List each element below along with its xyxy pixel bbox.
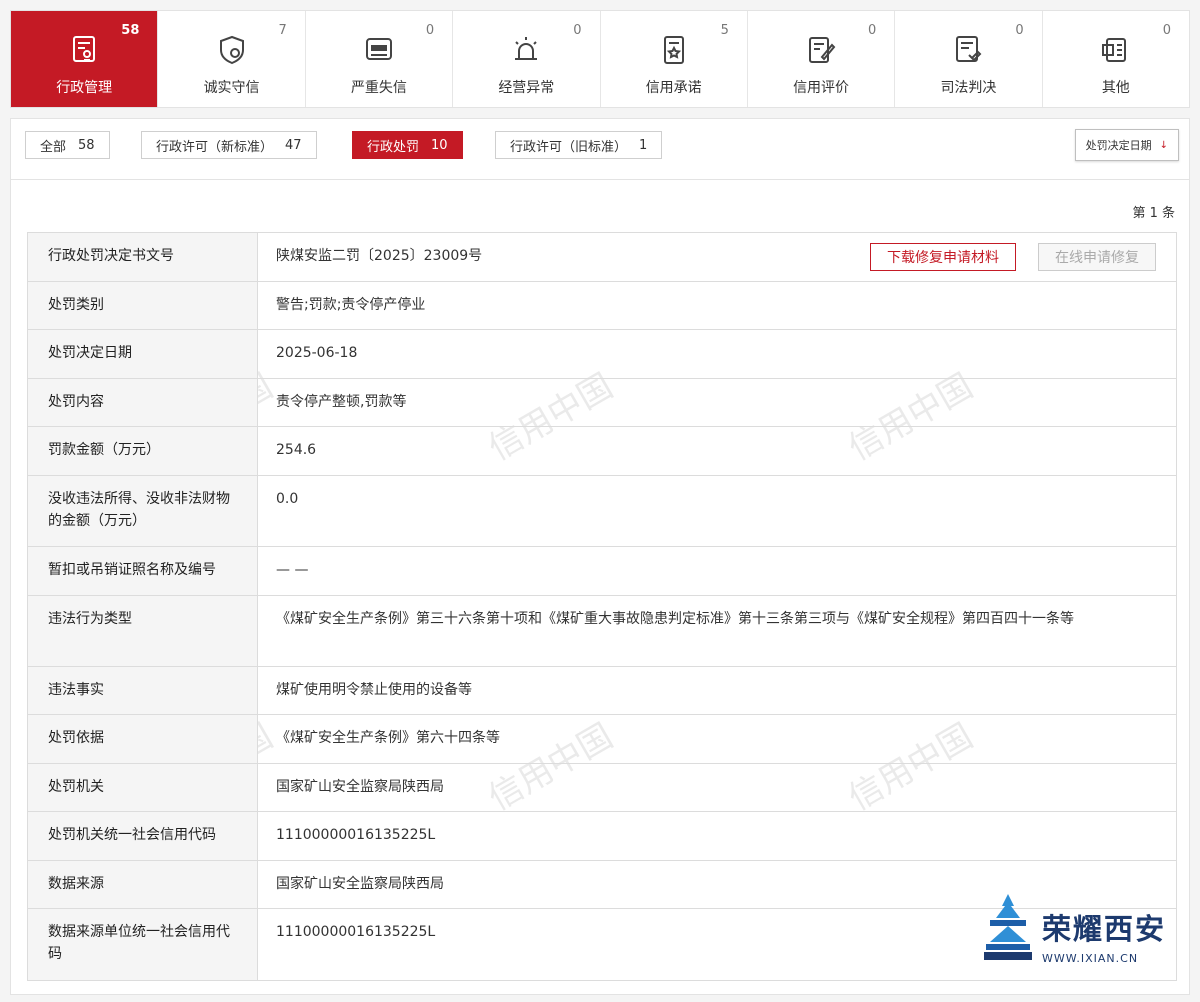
field-value: — —: [276, 562, 309, 578]
tab-count: 0: [867, 23, 877, 38]
tab-count: 58: [121, 23, 140, 38]
filter-count: 47: [285, 137, 302, 153]
field-value: 《煤矿安全生产条例》第三十六条第十项和《煤矿重大事故隐患判定标准》第十三条第三项…: [276, 611, 1074, 627]
sort-arrow-icon: ↓: [1159, 139, 1168, 151]
tab-judicial-judgment[interactable]: 0 司法判决: [895, 11, 1043, 107]
table-row: 处罚类别 警告;罚款;责令停产停业: [28, 282, 1176, 330]
other-icon: [1096, 31, 1136, 69]
table-row: 处罚机关 国家矿山安全监察局陕西局: [28, 764, 1176, 812]
online-repair-button[interactable]: 在线申请修复: [1038, 243, 1156, 271]
field-label: 处罚依据: [28, 715, 258, 763]
tab-count: 0: [425, 23, 435, 38]
tab-label: 行政管理: [56, 80, 113, 96]
tab-label: 诚实守信: [203, 80, 260, 96]
table-row: 没收违法所得、没收非法财物的金额（万元） 0.0: [28, 476, 1176, 547]
judgment-icon: [948, 31, 988, 69]
admin-doc-icon: [64, 31, 104, 69]
tab-count: 0: [573, 23, 582, 38]
field-label: 罚款金额（万元）: [28, 427, 258, 475]
tab-count: 5: [720, 23, 729, 38]
field-value: 0.0: [276, 491, 299, 507]
field-value: 254.6: [276, 442, 317, 458]
table-row: 违法行为类型 《煤矿安全生产条例》第三十六条第十项和《煤矿重大事故隐患判定标准》…: [28, 596, 1176, 667]
table-row: 暂扣或吊销证照名称及编号 — —: [28, 547, 1176, 596]
field-label: 数据来源单位统一社会信用代码: [28, 909, 258, 980]
field-label: 没收违法所得、没收非法财物的金额（万元）: [28, 476, 258, 546]
filter-all[interactable]: 全部 58: [25, 131, 110, 159]
filter-count: 58: [78, 137, 95, 153]
corner-logo: 荣耀西安 WWW.IXIAN.CN: [982, 892, 1192, 972]
field-label: 违法行为类型: [28, 596, 258, 666]
field-value: 2025-06-18: [276, 345, 358, 361]
table-row: 行政处罚决定书文号 陕煤安监二罚〔2025〕23009号 下载修复申请材料 在线…: [28, 233, 1176, 282]
field-value: 11100000016135225L: [276, 827, 436, 843]
tab-label: 严重失信: [350, 80, 407, 96]
download-repair-materials-button[interactable]: 下载修复申请材料: [870, 243, 1016, 271]
tab-credit-promise[interactable]: 5 信用承诺: [601, 11, 748, 107]
field-label: 数据来源: [28, 861, 258, 908]
table-row: 处罚决定日期 2025-06-18: [28, 330, 1176, 379]
filter-label: 行政许可（新标准）: [156, 139, 274, 155]
table-row: 处罚内容 责令停产整顿,罚款等: [28, 379, 1176, 427]
filter-bar: 全部 58 行政许可（新标准） 47 行政处罚 10 行政许可（旧标准） 1 处罚决定日…: [10, 118, 1190, 180]
evaluation-icon: [801, 31, 841, 69]
tab-business-abnormal[interactable]: 0 经营异常: [453, 11, 601, 107]
field-value: 《煤矿安全生产条例》第六十四条等: [276, 730, 500, 746]
field-label: 处罚内容: [28, 379, 258, 426]
filter-penalty[interactable]: 行政处罚 10: [352, 131, 463, 159]
tab-label: 信用评价: [793, 80, 850, 96]
logo-title: 荣耀西安: [1042, 912, 1167, 946]
field-label: 行政处罚决定书文号: [28, 233, 258, 281]
tab-serious-dishonesty[interactable]: 0 严重失信: [306, 11, 454, 107]
alarm-icon: [506, 31, 546, 69]
field-label: 处罚机关: [28, 764, 258, 811]
tower-logo-icon: [984, 894, 1032, 960]
tab-count: 7: [278, 23, 287, 38]
field-value: 国家矿山安全监察局陕西局: [276, 779, 444, 795]
table-row: 处罚依据 《煤矿安全生产条例》第六十四条等: [28, 715, 1176, 764]
tab-credit-evaluation[interactable]: 0 信用评价: [748, 11, 896, 107]
table-row: 罚款金额（万元） 254.6: [28, 427, 1176, 476]
tab-label: 信用承诺: [645, 80, 702, 96]
sort-by-date-button[interactable]: 处罚决定日期 ↓: [1074, 129, 1179, 161]
field-value: 煤矿使用明令禁止使用的设备等: [276, 682, 472, 698]
record-count: 第 1 条: [1132, 206, 1175, 221]
filter-label: 行政处罚: [367, 139, 420, 155]
tab-count: 0: [1162, 23, 1171, 38]
table-row: 处罚机关统一社会信用代码 11100000016135225L: [28, 812, 1176, 861]
field-value: 警告;罚款;责令停产停业: [276, 297, 426, 313]
tab-label: 经营异常: [498, 80, 555, 96]
field-label: 暂扣或吊销证照名称及编号: [28, 547, 258, 595]
field-label: 处罚类别: [28, 282, 258, 329]
filter-label: 全部: [40, 139, 67, 155]
tab-other[interactable]: 0 其他: [1043, 11, 1189, 107]
filter-count: 1: [639, 137, 648, 153]
field-label: 处罚机关统一社会信用代码: [28, 812, 258, 860]
filter-label: 行政许可（旧标准）: [510, 139, 628, 155]
tab-count: 0: [1015, 23, 1024, 38]
category-tabs: 58 行政管理 7 诚实守信 0 严重失信 0 经营异常 5 信用承诺 0 信用…: [10, 10, 1190, 108]
filter-license-new[interactable]: 行政许可（新标准） 47: [141, 131, 317, 159]
blacklist-icon: [359, 31, 399, 69]
filter-license-old[interactable]: 行政许可（旧标准） 1: [495, 131, 663, 159]
field-label: 违法事实: [28, 667, 258, 714]
tab-honesty[interactable]: 7 诚实守信: [158, 11, 306, 107]
filter-count: 10: [431, 137, 448, 153]
field-value: 责令停产整顿,罚款等: [276, 394, 407, 410]
promise-doc-icon: [654, 31, 694, 69]
penalty-detail-table: 行政处罚决定书文号 陕煤安监二罚〔2025〕23009号 下载修复申请材料 在线…: [27, 232, 1177, 981]
table-row: 违法事实 煤矿使用明令禁止使用的设备等: [28, 667, 1176, 715]
tab-label: 其他: [1101, 80, 1130, 96]
field-label: 处罚决定日期: [28, 330, 258, 378]
detail-panel: 信用中国 信用中国 信用中国 信用中国 信用中国 信用中国 第 1 条 行政处罚…: [10, 180, 1190, 995]
tab-label: 司法判决: [940, 80, 997, 96]
logo-url: WWW.IXIAN.CN: [1042, 952, 1139, 965]
sort-label: 处罚决定日期: [1085, 139, 1152, 152]
shield-icon: [212, 31, 252, 69]
tab-admin-management[interactable]: 58 行政管理: [11, 11, 159, 107]
